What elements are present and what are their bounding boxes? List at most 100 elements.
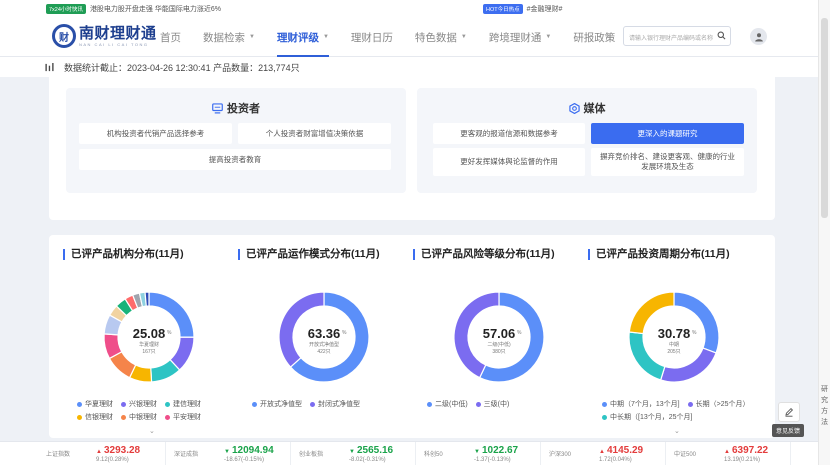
arrow-up-icon: ▲ <box>96 449 102 455</box>
chevron-down-icon: ▼ <box>545 34 552 40</box>
legend-dot-icon <box>252 401 257 407</box>
logo[interactable]: 财 南财理财通 NAN CAI LI CAI TONG <box>52 24 157 48</box>
index-name: 中证500 <box>674 452 697 458</box>
donut-chart[interactable]: 25.08 % 华夏理财167只 <box>99 287 199 387</box>
nav-item-label: 特色数据 <box>414 31 457 44</box>
index-item[interactable]: 中证500 ▲ 6397.22 13.19(0.21%) <box>666 442 791 465</box>
index-name: 科创50 <box>424 452 443 458</box>
legend-expand-icon[interactable]: ⌄ <box>674 427 680 435</box>
legend-item[interactable]: 信银理财 <box>77 412 113 422</box>
legend-item[interactable]: 建信理财 <box>165 399 201 409</box>
hot-topic[interactable]: #金融理财# <box>527 4 563 14</box>
media-item-reference[interactable]: 更客观的报道信源和数据参考 <box>433 123 585 144</box>
legend-item[interactable]: 中长期（[13个月，25个月] <box>602 412 692 422</box>
media-item-supervision[interactable]: 更好发挥媒体舆论监督的作用 <box>433 148 585 176</box>
index-item[interactable]: 科创50 ▼ 1022.67 -1.37(-0.13%) <box>416 442 541 465</box>
monitor-icon <box>212 102 223 113</box>
legend-dot-icon <box>310 401 315 407</box>
legend-expand-icon[interactable]: ⌄ <box>149 427 155 435</box>
donut-center-name: 中期 <box>669 341 679 348</box>
nav-item[interactable]: 理财日历 <box>351 17 393 57</box>
investor-item-institution[interactable]: 机构投资者代销产品选择参考 <box>79 123 232 144</box>
media-title: 媒体 <box>583 103 606 115</box>
pie-slice[interactable] <box>144 291 150 307</box>
index-item[interactable]: 深证成指 ▼ 12094.94 -18.67(-0.15%) <box>166 442 291 465</box>
legend-item[interactable]: 平安理财 <box>165 412 201 422</box>
investor-item-education[interactable]: 提高投资者教育 <box>79 149 391 170</box>
donut-chart[interactable]: 57.06 % 二级(中低)380只 <box>449 287 549 387</box>
nav-item[interactable]: 理财评级 ▼ <box>276 17 329 57</box>
index-value-text: 12094.94 <box>231 445 274 456</box>
donut-center-count: 205只 <box>667 349 680 355</box>
legend-dot-icon <box>121 414 126 420</box>
legend-label: 长期（>25个月） <box>695 401 750 408</box>
user-icon <box>754 32 763 41</box>
index-value-text: 4145.29 <box>606 445 644 456</box>
chart-card: 已评产品投资周期分布(11月) 30.78% 中期 205只 中期（7个月，13个月] 长… <box>574 235 774 438</box>
nav-item-label: 理财日历 <box>350 31 393 44</box>
index-name: 创业板指 <box>299 452 324 458</box>
index-value: ▲ 4145.29 <box>599 445 643 456</box>
stats-bar: 数据统计截止：2023-04-26 12:30:41 产品数量：213,774只 <box>0 57 818 77</box>
search-icon[interactable] <box>717 31 726 40</box>
chevron-down-icon: ▼ <box>249 34 255 40</box>
chart-legend: 开放式净值型 封闭式净值型 <box>252 399 402 412</box>
investor-group: 投资者 机构投资者代销产品选择参考 个人投资者财富增值决策依据 提高投资者教育 <box>66 88 406 193</box>
feedback-button[interactable] <box>778 402 800 422</box>
index-item[interactable]: 上证指数 ▲ 3293.28 9.12(0.28%) <box>0 442 166 465</box>
donut-chart[interactable]: 30.78 % 中期205只 <box>624 287 724 387</box>
legend-dot-icon <box>77 414 82 420</box>
legend-item[interactable]: 封闭式净值型 <box>310 399 360 409</box>
news-headline[interactable]: 港股电力股开盘走强 华能国际电力涨近6% <box>90 4 221 14</box>
nav-item-label: 理财评级 <box>276 31 319 44</box>
investor-item-individual[interactable]: 个人投资者财富增值决策依据 <box>238 123 391 144</box>
nav-item[interactable]: 特色数据 ▼ <box>415 17 467 57</box>
legend-label: 中长期（[13个月，25个月] <box>610 414 693 421</box>
legend-item[interactable]: 长期（>25个月） <box>687 399 750 409</box>
index-change: 1.72(0.04%) <box>599 457 632 463</box>
legend-label: 兴银理财 <box>129 401 157 408</box>
avatar[interactable] <box>750 28 767 45</box>
index-item[interactable]: 沪深300 ▲ 4145.29 1.72(0.04%) <box>541 442 666 465</box>
stats-icon <box>45 62 54 71</box>
chart-legend: 二级(中低) 三级(中) <box>427 399 577 412</box>
nav-item[interactable]: 首页 <box>160 17 181 57</box>
donut-center-unit: % <box>342 330 347 336</box>
news-tag-hot: HOT今日热点 <box>483 3 523 14</box>
legend-dot-icon <box>602 414 607 420</box>
pie-slice[interactable] <box>673 291 720 354</box>
arrow-up-icon: ▲ <box>599 449 605 455</box>
donut-chart[interactable]: 63.36 %开放式净值型422只 <box>274 287 374 387</box>
media-item-ecosystem[interactable]: 摒弃竞价排名、建设更客观、健康的行业发展环境及生态 <box>591 148 744 176</box>
side-method-label[interactable]: 研究方法 <box>819 384 830 428</box>
legend-label: 华夏理财 <box>85 401 113 408</box>
search-input[interactable]: 请输入银行理财产品编码或名称 <box>623 26 731 46</box>
nav-item[interactable]: 数据检索 ▼ <box>203 17 255 57</box>
legend-dot-icon <box>121 401 126 407</box>
news-bar: 7x24小时快讯 港股电力股开盘走强 华能国际电力涨近6% HOT今日热点 #金… <box>0 0 818 17</box>
scrollbar-thumb[interactable] <box>821 18 828 218</box>
investor-title: 投资者 <box>227 103 260 115</box>
legend-item[interactable]: 华夏理财 <box>77 399 113 409</box>
legend-item[interactable]: 开放式净值型 <box>252 399 302 409</box>
chart-title: 已评产品风险等级分布(11月) <box>413 249 555 260</box>
legend-label: 二级(中低) <box>435 401 468 408</box>
legend-item[interactable]: 中银理财 <box>121 412 157 422</box>
chart-title: 已评产品机构分布(11月) <box>63 249 184 260</box>
legend-dot-icon <box>427 401 432 407</box>
nav-item[interactable]: 跨境理财通 ▼ <box>489 17 551 57</box>
index-name: 深证成指 <box>174 452 199 458</box>
legend-item[interactable]: 兴银理财 <box>121 399 157 409</box>
legend-item[interactable]: 中期（7个月，13个月] <box>602 399 680 409</box>
index-item[interactable]: 创业板指 ▼ 2565.16 -8.02(-0.31%) <box>291 442 416 465</box>
index-value-text: 1022.67 <box>481 445 519 456</box>
legend-item[interactable]: 二级(中低) <box>427 399 468 409</box>
media-item-research[interactable]: 更深入的课题研究 <box>591 123 744 144</box>
main-nav: 首页 数据检索 ▼ 理财评级 ▼ 理财日历 特色数据 ▼ 跨境理财通 ▼ 研报政策 <box>160 17 637 57</box>
donut-center-unit: % <box>517 330 522 336</box>
index-value: ▼ 1022.67 <box>474 445 518 456</box>
chart-card: 已评产品机构分布(11月) 25.08% 华夏理财 167只华夏理财 兴银理财 建信理财信… <box>49 235 249 438</box>
nav-more-arrow[interactable]: › <box>606 30 609 41</box>
nav-item-label: 数据检索 <box>203 31 245 44</box>
legend-item[interactable]: 三级(中) <box>475 399 509 409</box>
